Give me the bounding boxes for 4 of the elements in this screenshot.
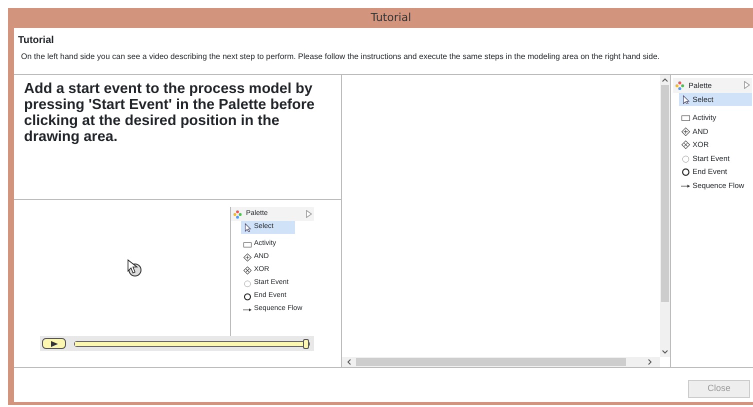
instruction-text: Add a start event to the process model by pressing 'Start Event' in the Palette before clicking at the desired position in the drawing area. [14, 75, 341, 200]
header-title: Tutorial [18, 34, 55, 48]
header-description: On the left hand side you can see a video describing the next step to perform. Please follow the instructions and execute the same steps in the modeling area on the right hand side. [21, 51, 661, 63]
window-title: Tutorial [370, 10, 412, 26]
